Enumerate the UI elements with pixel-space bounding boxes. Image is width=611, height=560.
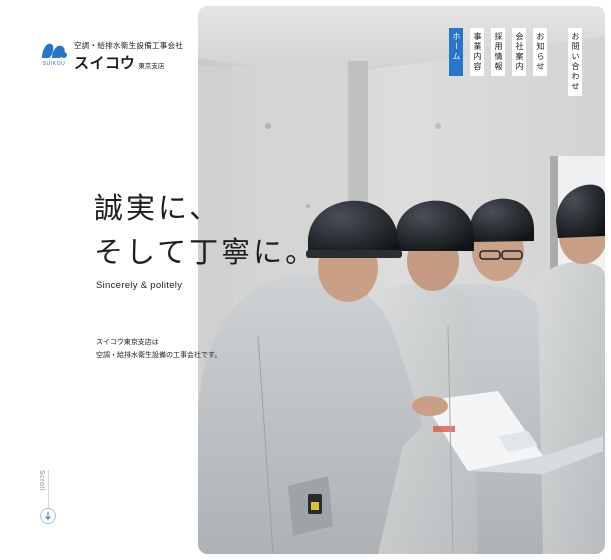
desc-line-1: スイコウ東京支店は	[96, 338, 159, 346]
hero-image	[198, 6, 605, 554]
scroll-line	[48, 470, 49, 510]
arrow-down-icon	[45, 512, 51, 520]
headline-line-1: 誠実に、	[94, 191, 222, 225]
brand-branch: 東京支店	[138, 62, 165, 70]
brand-name: スイコウ	[74, 54, 136, 72]
nav-item-business[interactable]: 事業内容	[470, 28, 484, 76]
nav-item-news[interactable]: お知らせ	[533, 28, 547, 76]
scroll-label: Scroll	[38, 470, 45, 491]
headline-line-2: そして丁寧に。	[94, 235, 318, 269]
hero-headline: 誠実に、 そして丁寧に。	[94, 186, 317, 274]
nav-item-recruit[interactable]: 採用情報	[491, 28, 505, 76]
main-nav: ホーム 事業内容 採用情報 会社案内 お知らせ	[449, 28, 547, 76]
suikou-logo-icon: SUIKOU	[40, 38, 68, 68]
scroll-button[interactable]	[40, 508, 56, 524]
nav-item-company[interactable]: 会社案内	[512, 28, 526, 76]
desc-line-2: 空調・給排水衛生設備の工事会社です。	[96, 351, 222, 359]
nav-item-home[interactable]: ホーム	[449, 28, 463, 76]
hero-description: スイコウ東京支店は 空調・給排水衛生設備の工事会社です。	[96, 336, 221, 362]
logo-en-text: SUIKOU	[42, 61, 66, 67]
page: SUIKOU 空調・給排水衛生設備工事会社 スイコウ 東京支店 ホーム 事業内容…	[0, 0, 611, 560]
nav-item-contact[interactable]: お問い合わせ	[568, 28, 582, 96]
hero-subheading: Sincerely & politely	[96, 280, 183, 291]
brand-logo[interactable]: SUIKOU 空調・給排水衛生設備工事会社 スイコウ 東京支店	[40, 38, 183, 73]
brand-tagline: 空調・給排水衛生設備工事会社	[74, 41, 184, 50]
